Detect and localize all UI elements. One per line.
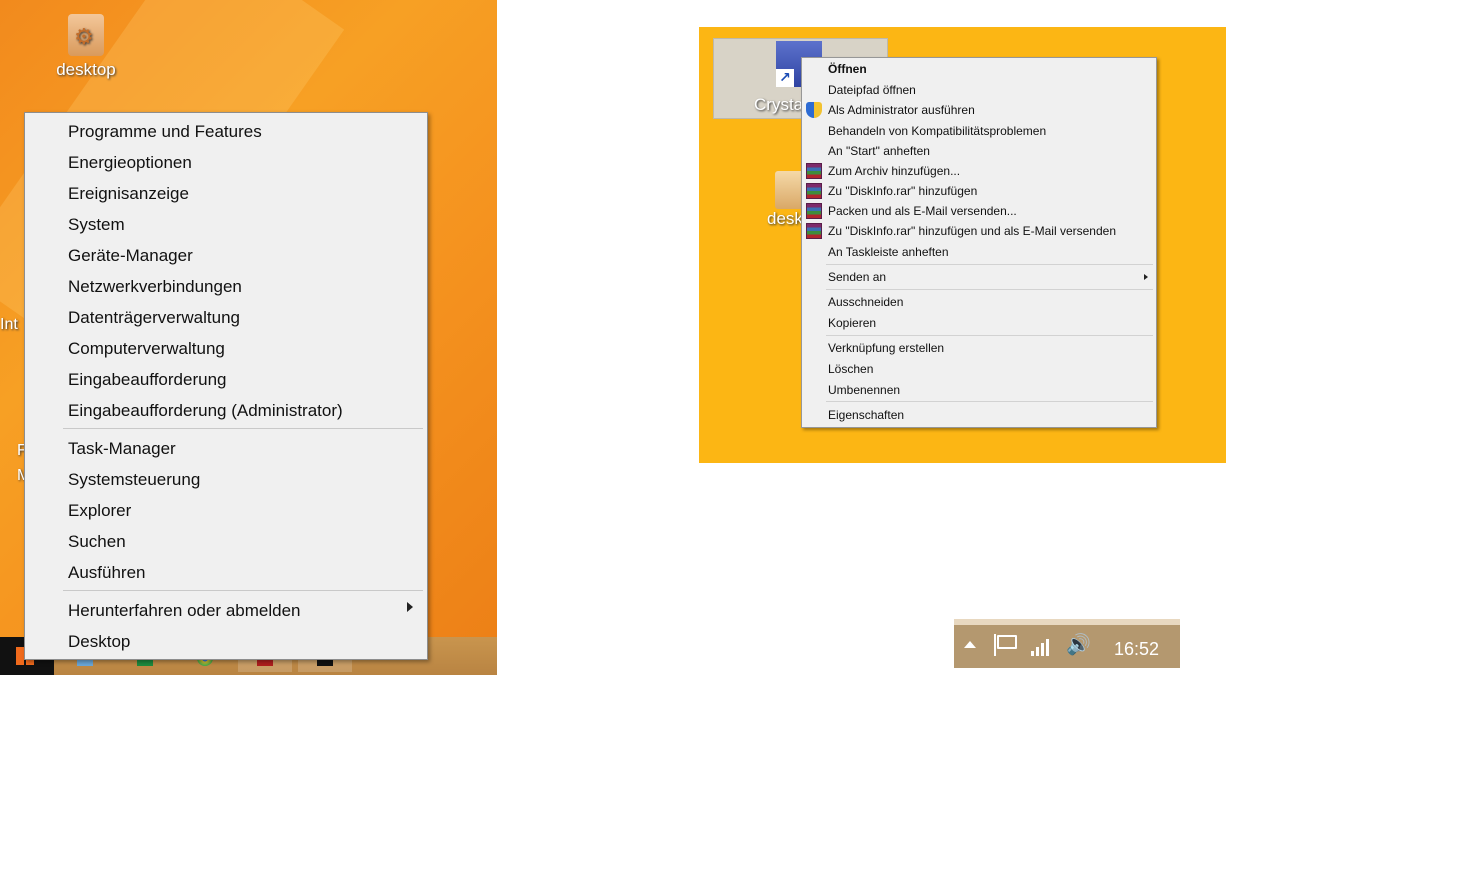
ctx-rename[interactable]: Umbenennen	[828, 380, 1148, 400]
menu-search[interactable]: Suchen	[68, 526, 408, 557]
menu-separator	[63, 428, 423, 429]
menu-programs-features[interactable]: Programme und Features	[68, 116, 408, 147]
network-signal-icon[interactable]	[1031, 634, 1051, 656]
ctx-separator	[826, 289, 1153, 290]
desktop-shortcut-icon[interactable]: desk	[767, 171, 805, 229]
submenu-arrow-icon	[1144, 274, 1148, 280]
desktop-shortcut-icon[interactable]: desktop	[48, 14, 124, 80]
ctx-open[interactable]: Öffnen	[828, 59, 1148, 79]
ctx-properties[interactable]: Eigenschaften	[828, 405, 1148, 425]
ctx-pack-and-email[interactable]: Packen und als E-Mail versenden...	[828, 201, 1148, 221]
submenu-arrow-icon	[407, 602, 413, 612]
file-context-menu: Öffnen Dateipfad öffnen Als Administrato…	[801, 57, 1157, 428]
menu-system[interactable]: System	[68, 209, 408, 240]
ctx-copy[interactable]: Kopieren	[828, 313, 1148, 333]
desktop-icon-label: desktop	[56, 60, 116, 79]
notification-area: 🔊 16:52	[954, 619, 1180, 668]
uac-shield-icon	[806, 102, 822, 118]
menu-event-viewer[interactable]: Ereignisanzeige	[68, 178, 408, 209]
winrar-icon	[806, 203, 822, 219]
ctx-run-as-admin[interactable]: Als Administrator ausführen	[828, 100, 1148, 120]
ctx-add-rar-and-email[interactable]: Zu "DiskInfo.rar" hinzufügen und als E-M…	[828, 221, 1148, 241]
ctx-separator	[826, 401, 1153, 402]
ctx-add-to-archive[interactable]: Zum Archiv hinzufügen...	[828, 161, 1148, 181]
ctx-troubleshoot-compat[interactable]: Behandeln von Kompatibilitätsproblemen	[828, 121, 1148, 141]
action-center-flag-icon[interactable]	[994, 634, 1017, 656]
tray-clock[interactable]: 16:52	[1114, 639, 1159, 660]
ctx-separator	[826, 335, 1153, 336]
ctx-separator	[826, 264, 1153, 265]
ctx-pin-to-taskbar[interactable]: An Taskleiste anheften	[828, 242, 1148, 262]
menu-shutdown-signout[interactable]: Herunterfahren oder abmelden	[68, 595, 408, 626]
menu-command-prompt-admin[interactable]: Eingabeaufforderung (Administrator)	[68, 395, 408, 426]
winrar-icon	[806, 183, 822, 199]
edge-label-int: Int	[0, 316, 18, 333]
winrar-icon	[806, 223, 822, 239]
menu-desktop[interactable]: Desktop	[68, 626, 408, 657]
volume-speaker-icon[interactable]: 🔊	[1066, 634, 1091, 656]
ctx-delete[interactable]: Löschen	[828, 359, 1148, 379]
show-hidden-icons-chevron-icon[interactable]	[964, 641, 976, 648]
winrar-icon	[806, 163, 822, 179]
menu-device-manager[interactable]: Geräte-Manager	[68, 240, 408, 271]
menu-control-panel[interactable]: Systemsteuerung	[68, 464, 408, 495]
winx-power-user-menu: Programme und Features Energieoptionen E…	[24, 112, 428, 660]
menu-power-options[interactable]: Energieoptionen	[68, 147, 408, 178]
menu-network-connections[interactable]: Netzwerkverbindungen	[68, 271, 408, 302]
ctx-add-to-diskinfo-rar[interactable]: Zu "DiskInfo.rar" hinzufügen	[828, 181, 1148, 201]
ctx-send-to[interactable]: Senden an	[828, 267, 1148, 287]
menu-computer-management[interactable]: Computerverwaltung	[68, 333, 408, 364]
ctx-cut[interactable]: Ausschneiden	[828, 292, 1148, 312]
folder-settings-icon	[68, 14, 104, 56]
desktop-icon-label: desk	[767, 209, 803, 228]
ctx-create-shortcut[interactable]: Verknüpfung erstellen	[828, 338, 1148, 358]
menu-run[interactable]: Ausführen	[68, 557, 408, 588]
ctx-pin-to-start[interactable]: An "Start" anheften	[828, 141, 1148, 161]
menu-command-prompt[interactable]: Eingabeaufforderung	[68, 364, 408, 395]
menu-disk-management[interactable]: Datenträgerverwaltung	[68, 302, 408, 333]
menu-explorer[interactable]: Explorer	[68, 495, 408, 526]
ctx-open-file-location[interactable]: Dateipfad öffnen	[828, 80, 1148, 100]
menu-separator	[63, 590, 423, 591]
menu-task-manager[interactable]: Task-Manager	[68, 433, 408, 464]
